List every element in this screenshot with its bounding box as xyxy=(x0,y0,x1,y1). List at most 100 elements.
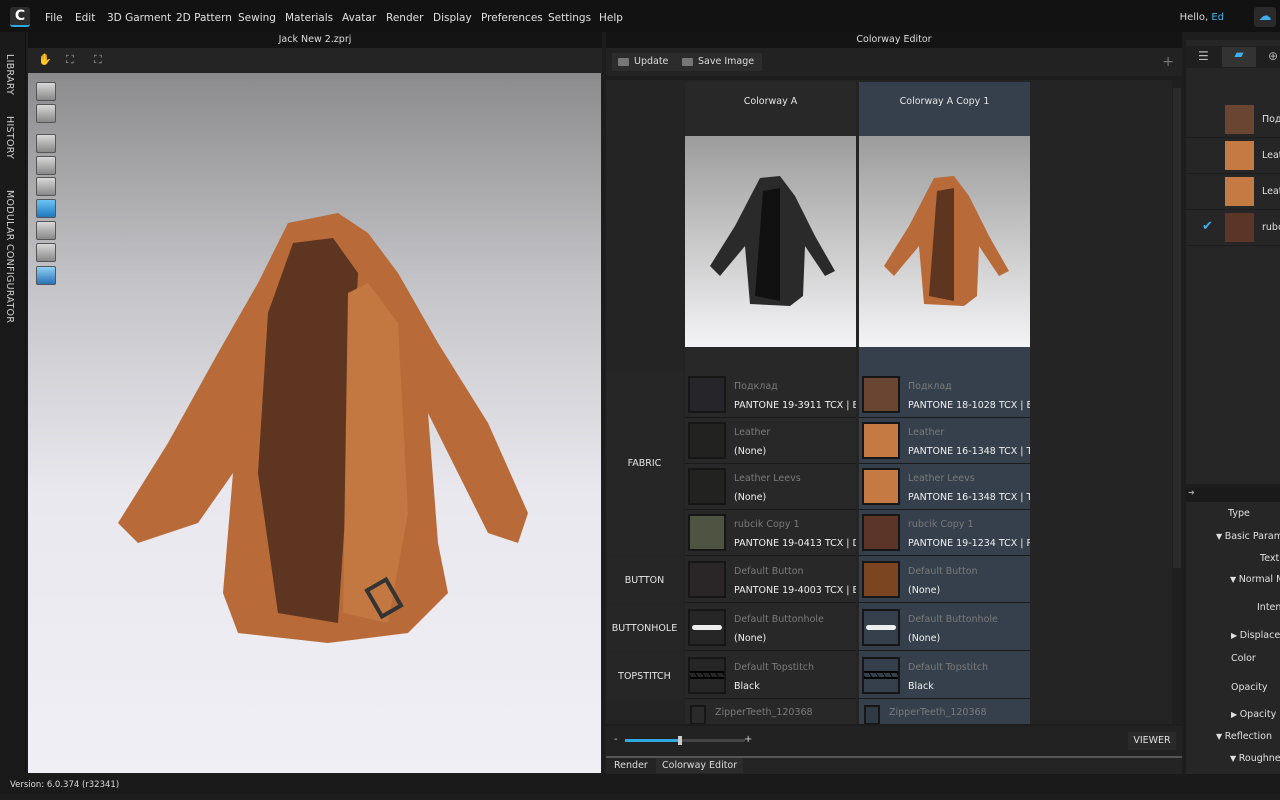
user-greeting[interactable]: Hello, Ed xyxy=(1180,12,1224,23)
material-cell[interactable]: Leather (None) xyxy=(685,418,856,464)
avatar-silhouette-icon[interactable] xyxy=(36,243,56,262)
material-swatch[interactable] xyxy=(688,561,726,598)
zoom-slider[interactable] xyxy=(625,736,745,745)
material-swatch[interactable] xyxy=(688,376,726,413)
collapse-arrow-icon[interactable]: ▶ xyxy=(1231,710,1240,719)
material-swatch[interactable] xyxy=(688,609,726,646)
update-button[interactable]: Update xyxy=(612,53,677,71)
property-row[interactable]: ▼ Roughne xyxy=(1230,753,1280,764)
menu-2d-pattern[interactable]: 2D Pattern xyxy=(176,12,232,24)
expand-arrow-icon[interactable]: ▼ xyxy=(1216,532,1225,541)
material-cell[interactable]: Leather PANTONE 16-1348 TCX | To xyxy=(859,418,1030,464)
tab-modular-configurator[interactable]: MODULAR CONFIGURATOR xyxy=(4,190,15,323)
display-avatar-icon[interactable] xyxy=(36,82,56,101)
material-cell[interactable]: Default Topstitch Black xyxy=(859,653,1030,699)
material-cell[interactable]: rubcik Copy 1 PANTONE 19-0413 TCX | De xyxy=(685,510,856,556)
3d-viewport[interactable] xyxy=(28,73,601,773)
add-colorway-button[interactable]: + xyxy=(1162,54,1174,70)
menu-avatar[interactable]: Avatar xyxy=(342,12,376,24)
tab-history[interactable]: HISTORY xyxy=(4,116,15,159)
expand-arrow-icon[interactable]: ▼ xyxy=(1216,732,1225,741)
property-row[interactable]: ▼ Normal M xyxy=(1230,574,1280,585)
fabric-list-item[interactable]: ✔ rubc xyxy=(1186,210,1280,246)
material-swatch[interactable] xyxy=(862,468,900,505)
material-cell[interactable]: Default Topstitch Black xyxy=(685,653,856,699)
menu-display[interactable]: Display xyxy=(433,12,472,24)
display-garment-icon[interactable] xyxy=(36,104,56,123)
material-cell[interactable]: Leather Leevs (None) xyxy=(685,464,856,510)
material-cell[interactable]: Подклад PANTONE 18-1028 TCX | Em xyxy=(859,372,1030,418)
colorway-column-a-copy-1[interactable]: Colorway A Copy 1 Подклад PANTONE 18-1028 … xyxy=(859,82,1030,724)
mesh-view-icon[interactable] xyxy=(36,156,56,175)
material-cell[interactable]: Leather Leevs PANTONE 16-1348 TCX | To xyxy=(859,464,1030,510)
menu-edit[interactable]: Edit xyxy=(75,12,95,24)
material-cell[interactable]: Default Buttonhole (None) xyxy=(859,605,1030,651)
property-row[interactable]: ▼ Reflection xyxy=(1216,731,1272,742)
scrollbar-thumb[interactable] xyxy=(1173,88,1181,568)
fabric-view-icon[interactable] xyxy=(36,199,56,218)
material-swatch[interactable] xyxy=(862,609,900,646)
garment-display-icon[interactable]: ⛶ xyxy=(94,53,112,67)
property-row[interactable]: ▶ Opacity I xyxy=(1231,709,1280,720)
property-row[interactable]: Opacity xyxy=(1231,682,1268,693)
colorway-column-a[interactable]: Colorway A Подклад PANTONE 19-3911 TCX | B… xyxy=(685,82,856,724)
button-tab-icon[interactable]: ⊕ xyxy=(1268,49,1278,63)
material-swatch[interactable] xyxy=(690,705,706,724)
material-cell[interactable]: rubcik Copy 1 PANTONE 19-1234 TCX | Ro xyxy=(859,510,1030,556)
material-cell[interactable]: Default Button (None) xyxy=(859,557,1030,603)
property-row[interactable]: Type xyxy=(1228,508,1250,519)
fabric-tab-icon[interactable]: ▰ xyxy=(1222,47,1256,67)
globe-icon[interactable] xyxy=(36,266,56,285)
material-cell[interactable]: Подклад PANTONE 19-3911 TCX | Bla xyxy=(685,372,856,418)
zoom-plus[interactable]: + xyxy=(744,734,752,745)
property-row[interactable]: Color xyxy=(1231,653,1256,664)
property-row[interactable]: ▶ Displacen xyxy=(1231,630,1280,641)
menu-preferences[interactable]: Preferences xyxy=(481,12,543,24)
property-row[interactable]: Texture xyxy=(1260,553,1280,564)
viewer-button[interactable]: VIEWER xyxy=(1128,732,1176,750)
material-swatch[interactable] xyxy=(688,422,726,459)
menu-file[interactable]: File xyxy=(45,12,63,24)
material-swatch[interactable] xyxy=(862,376,900,413)
expand-arrow-icon[interactable]: ▼ xyxy=(1230,575,1239,584)
zoom-slider-handle[interactable] xyxy=(678,736,683,745)
cloud-icon[interactable]: ☁ xyxy=(1254,7,1276,27)
shading-icon[interactable] xyxy=(36,221,56,240)
list-icon[interactable]: ☰ xyxy=(1198,49,1209,63)
colorway-name[interactable]: Colorway A xyxy=(685,82,856,136)
save-image-button[interactable]: Save Image xyxy=(676,53,763,71)
collapse-arrow-icon[interactable]: ➜ xyxy=(1186,488,1280,502)
tab-library[interactable]: LIBRARY xyxy=(4,54,15,95)
menu-render[interactable]: Render xyxy=(386,12,423,24)
material-cell[interactable]: Default Button PANTONE 19-4003 TCX | Bla xyxy=(685,557,856,603)
colorway-name[interactable]: Colorway A Copy 1 xyxy=(859,82,1030,136)
avatar-view-icon[interactable] xyxy=(36,177,56,196)
menu-materials[interactable]: Materials xyxy=(285,12,333,24)
material-swatch[interactable] xyxy=(864,705,880,724)
colorway-scrollbar[interactable] xyxy=(1172,80,1182,724)
property-row[interactable]: Inten xyxy=(1257,602,1280,613)
menu-help[interactable]: Help xyxy=(599,12,623,24)
tab-render[interactable]: Render xyxy=(614,760,648,771)
material-swatch[interactable] xyxy=(862,561,900,598)
collapse-arrow-icon[interactable]: ▶ xyxy=(1231,631,1240,640)
material-swatch[interactable] xyxy=(862,514,900,551)
colorway-thumbnail[interactable] xyxy=(859,136,1030,347)
colorway-thumbnail[interactable] xyxy=(685,136,856,347)
fabric-list-item[interactable]: Leat xyxy=(1186,138,1280,174)
zoom-minus[interactable]: - xyxy=(614,734,618,745)
select-mesh-icon[interactable]: ⛶ xyxy=(66,53,84,67)
menu-3d-garment[interactable]: 3D Garment xyxy=(107,12,171,24)
menu-settings[interactable]: Settings xyxy=(548,12,591,24)
material-cell[interactable]: ZipperTeeth_120368 xyxy=(685,701,856,724)
texture-view-icon[interactable] xyxy=(36,134,56,153)
material-swatch[interactable] xyxy=(688,468,726,505)
property-row[interactable]: ▼ Basic Parame xyxy=(1216,531,1280,542)
menu-sewing[interactable]: Sewing xyxy=(238,12,276,24)
material-swatch[interactable] xyxy=(688,514,726,551)
material-cell[interactable]: Default Buttonhole (None) xyxy=(685,605,856,651)
tab-colorway-editor[interactable]: Colorway Editor xyxy=(656,758,744,773)
material-cell[interactable]: ZipperTeeth_120368 xyxy=(859,701,1030,724)
expand-arrow-icon[interactable]: ▼ xyxy=(1230,754,1239,763)
select-garment-icon[interactable]: ✋ xyxy=(38,53,56,67)
